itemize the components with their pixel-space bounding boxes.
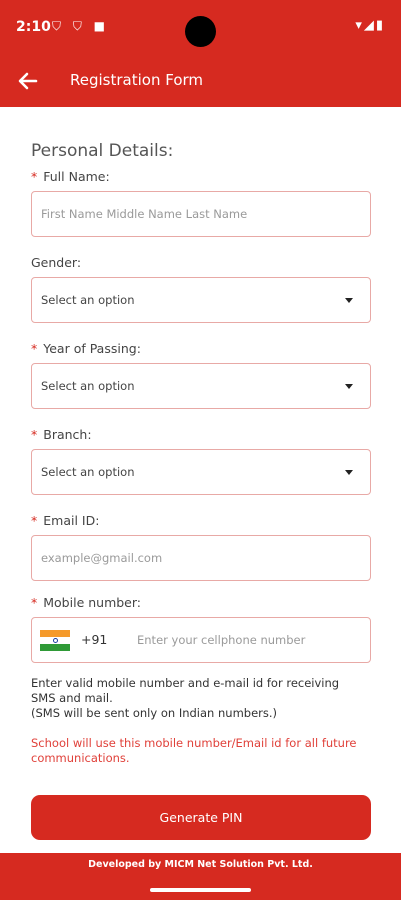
back-arrow-icon [18, 72, 38, 90]
branch-selected-value: Select an option [41, 465, 135, 479]
page-title: Registration Form [70, 71, 204, 89]
india-flag-icon[interactable] [40, 630, 70, 651]
status-time: 2:10 [16, 19, 51, 35]
email-label: * Email ID: [31, 513, 100, 528]
branch-label: * Branch: [31, 427, 92, 442]
required-mark: * [31, 427, 38, 442]
dial-code: +91 [81, 632, 108, 647]
status-bar: 2:10 ⛉ ⛉ ■ ▾◢▮ [0, 0, 401, 54]
required-mark: * [31, 341, 38, 356]
full-name-label: * Full Name: [31, 169, 110, 184]
email-placeholder: example@gmail.com [41, 551, 163, 565]
generate-pin-button[interactable]: Generate PIN [31, 795, 371, 840]
required-mark: * [31, 169, 38, 184]
chevron-down-icon [345, 384, 353, 389]
signal-battery-icons: ▾◢▮ [355, 18, 385, 33]
chevron-down-icon [345, 470, 353, 475]
branch-select[interactable]: Select an option [31, 449, 371, 495]
year-of-passing-label: * Year of Passing: [31, 341, 141, 356]
camera-cutout [185, 16, 216, 47]
registration-form: Personal Details: * Full Name: First Name… [0, 107, 401, 853]
year-of-passing-select[interactable]: Select an option [31, 363, 371, 409]
mobile-placeholder: Enter your cellphone number [137, 633, 306, 647]
year-selected-value: Select an option [41, 379, 135, 393]
required-mark: * [31, 595, 38, 610]
app-bar: Registration Form [0, 54, 401, 107]
email-input[interactable]: example@gmail.com [31, 535, 371, 581]
gender-label: Gender: [31, 255, 82, 270]
back-button[interactable] [14, 67, 42, 95]
full-name-placeholder: First Name Middle Name Last Name [41, 207, 248, 221]
warning-text: School will use this mobile number/Email… [31, 736, 357, 765]
info-text: Enter valid mobile number and e-mail id … [31, 676, 340, 720]
full-name-input[interactable]: First Name Middle Name Last Name [31, 191, 371, 237]
chevron-down-icon [345, 298, 353, 303]
notification-icons: ⛉ ⛉ ■ [52, 19, 109, 33]
mobile-input[interactable]: +91 Enter your cellphone number [31, 617, 371, 663]
required-mark: * [31, 513, 38, 528]
footer: Developed by MICM Net Solution Pvt. Ltd. [0, 853, 401, 900]
gesture-nav-handle[interactable] [150, 888, 251, 892]
mobile-label: * Mobile number: [31, 595, 142, 610]
gender-select[interactable]: Select an option [31, 277, 371, 323]
section-title: Personal Details: [31, 141, 174, 161]
footer-credit: Developed by MICM Net Solution Pvt. Ltd. [88, 859, 313, 870]
gender-selected-value: Select an option [41, 293, 135, 307]
